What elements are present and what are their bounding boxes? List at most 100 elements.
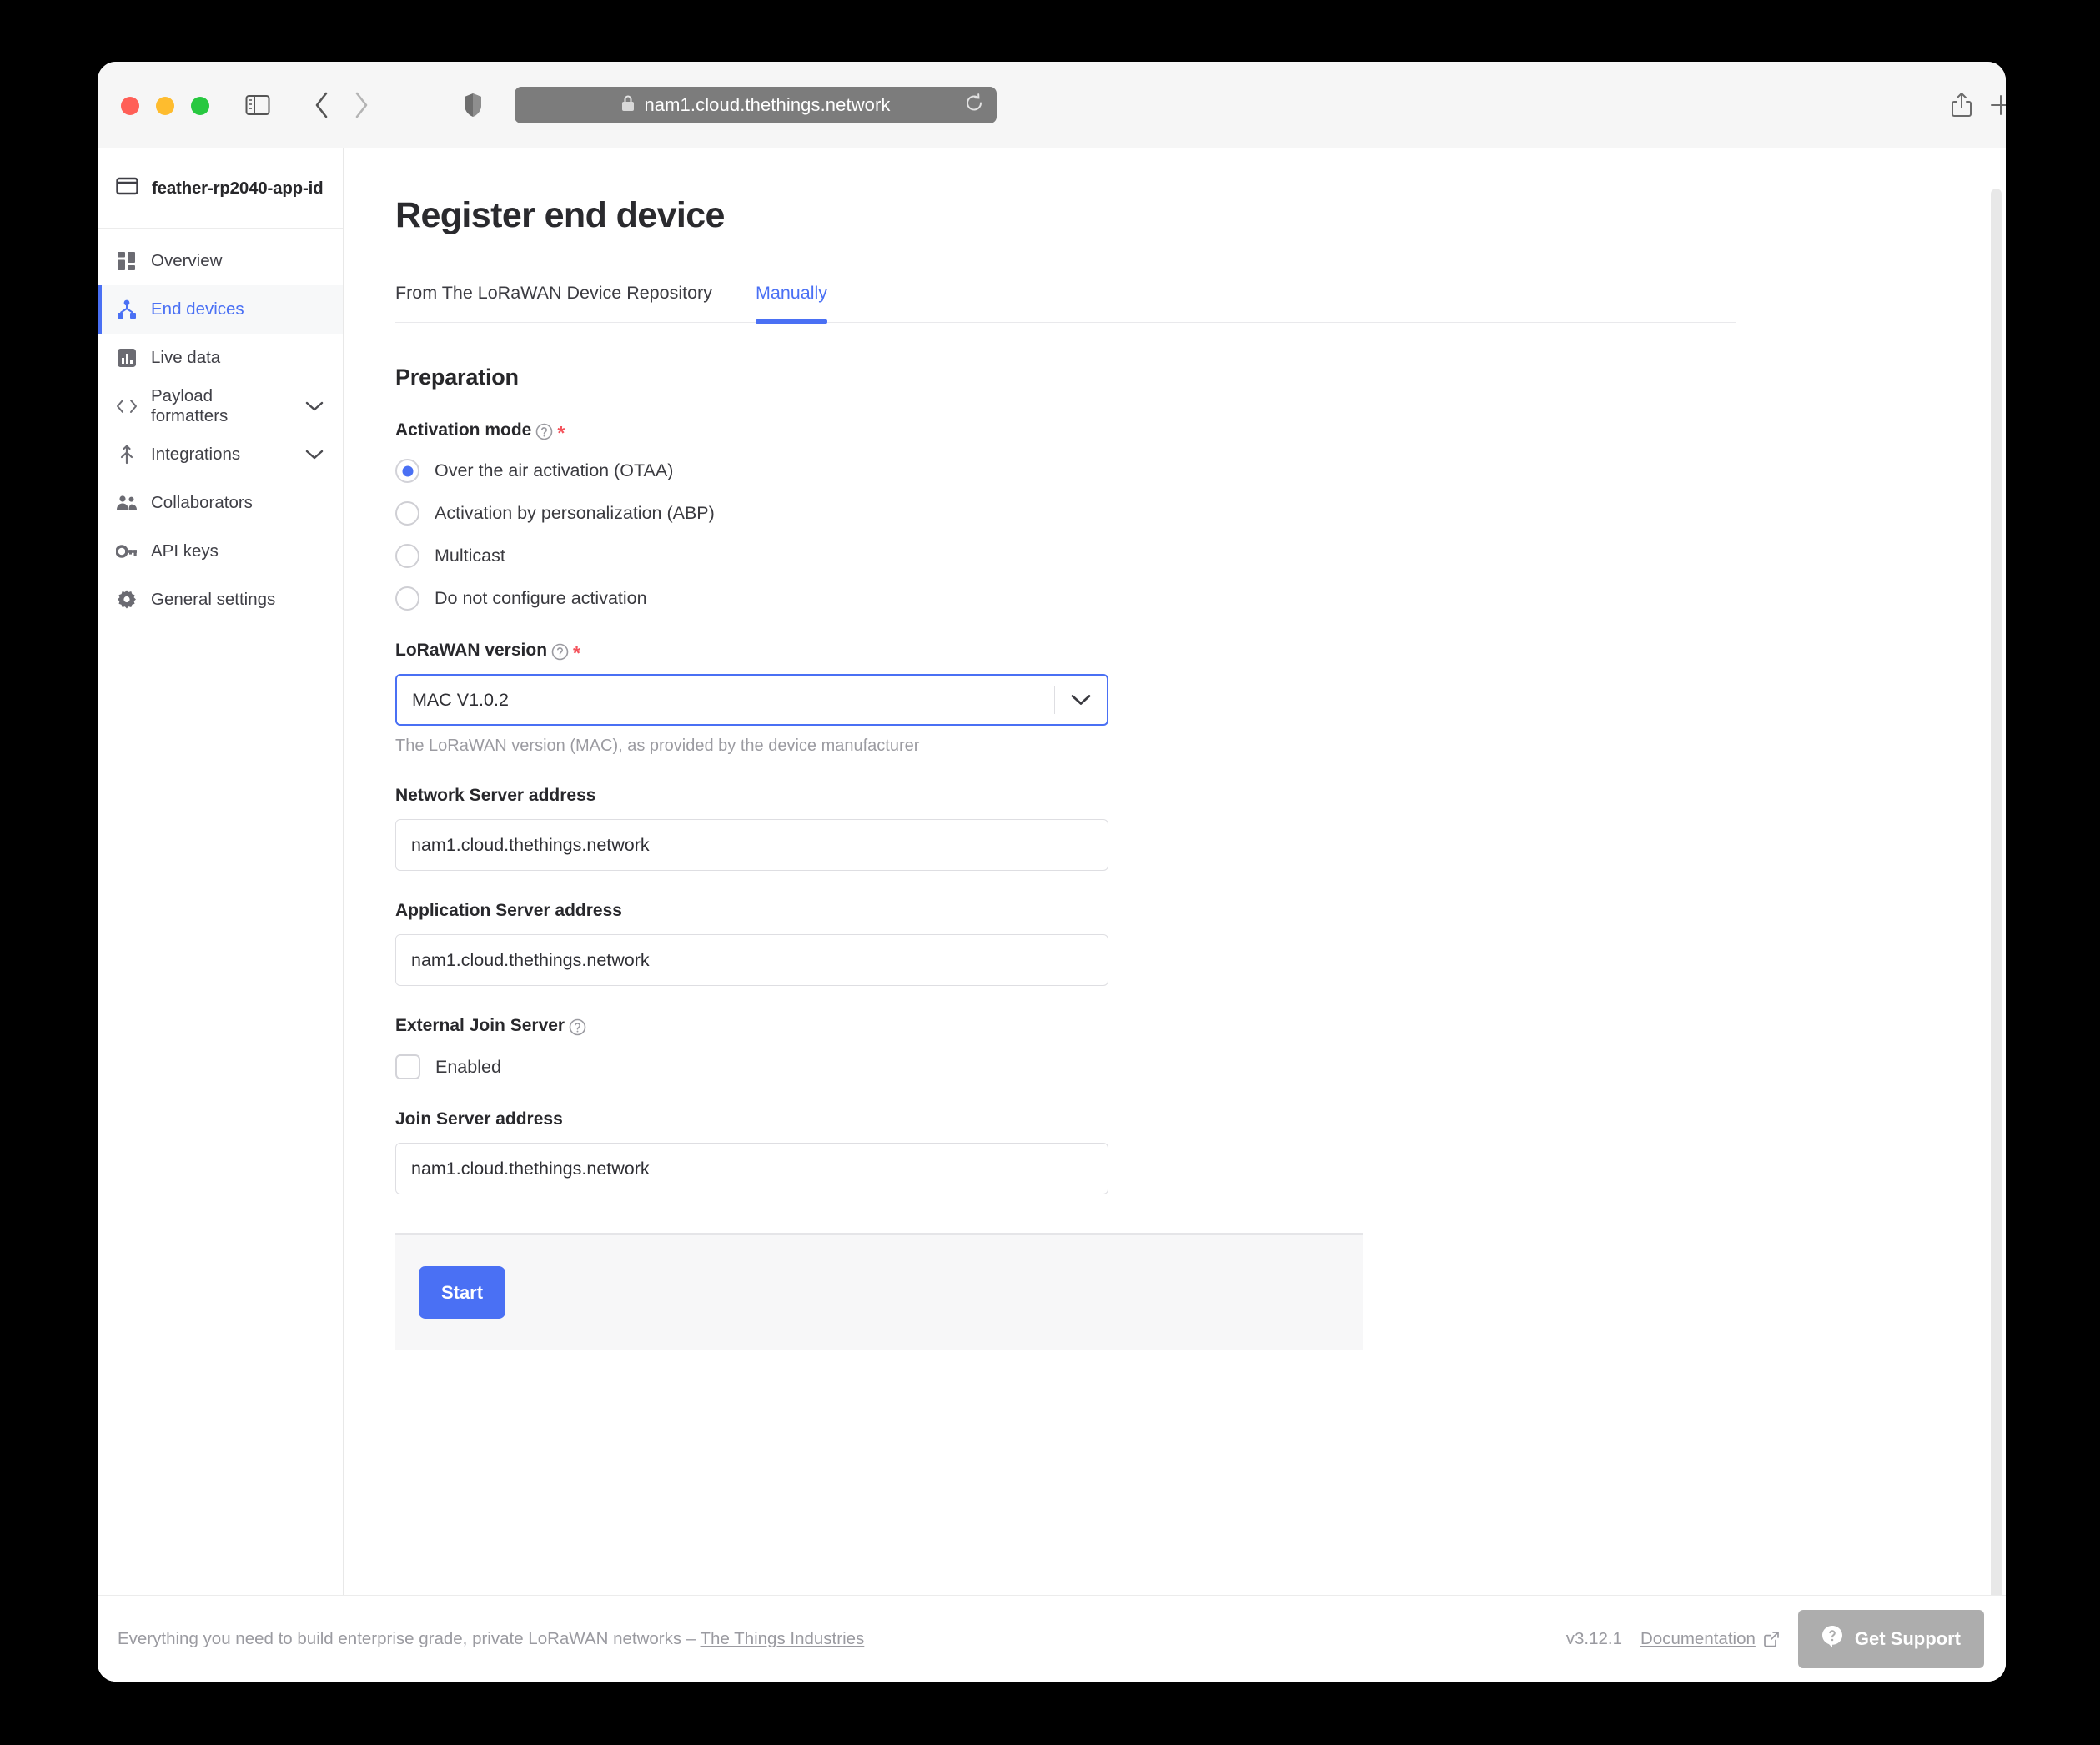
field-label-text: LoRaWAN version [395,641,548,660]
input-value: nam1.cloud.thethings.network [411,834,650,855]
application-server-address-field: Application Server address nam1.cloud.th… [395,901,2006,986]
section-title-preparation: Preparation [395,365,519,390]
application-server-address-input[interactable]: nam1.cloud.thethings.network [395,934,1108,986]
field-label-text: Activation mode [395,420,532,440]
application-name: feather-rp2040-app-id [152,178,324,198]
radio-indicator[interactable] [395,544,419,568]
help-circle-icon[interactable] [535,423,553,440]
documentation-link[interactable]: Documentation [1640,1629,1780,1649]
radio-label: Over the air activation (OTAA) [435,460,674,480]
network-server-address-input[interactable]: nam1.cloud.thethings.network [395,819,1108,871]
field-label-text: Network Server address [395,786,596,805]
sidebar: feather-rp2040-app-id Overview End devic… [98,148,344,1682]
field-label-text: Application Server address [395,901,622,920]
chevron-down-icon[interactable] [304,400,324,412]
version-label: v3.12.1 [1565,1628,1622,1648]
network-server-address-field: Network Server address nam1.cloud.thethi… [395,786,2006,871]
address-bar[interactable]: nam1.cloud.thethings.network [515,87,997,123]
sidebar-toggle-icon[interactable] [245,94,270,116]
sidebar-item-payload-formatters[interactable]: Payload formatters [98,382,343,430]
tab-bar: From The LoRaWAN Device Repository Manua… [395,283,1736,324]
sidebar-item-label: Payload formatters [151,386,229,425]
sidebar-item-integrations[interactable]: Integrations [98,430,343,479]
lock-icon [620,94,636,117]
help-circle-icon[interactable] [569,1018,586,1036]
new-tab-icon[interactable] [1989,93,2006,117]
lorawan-version-label: LoRaWAN version * [395,641,2006,662]
chevron-down-icon[interactable] [304,449,324,460]
help-circle-icon[interactable] [551,643,569,661]
footer-right: v3.12.1 Documentation Get Support [1566,1596,2006,1682]
reload-icon[interactable] [963,93,985,118]
sidebar-item-label: Integrations [151,445,241,464]
sidebar-nav: Overview End devices Live data Payload f… [98,229,343,1602]
sidebar-item-label: General settings [151,590,276,609]
sidebar-item-label: API keys [151,541,219,561]
radio-indicator[interactable] [395,459,419,483]
sidebar-item-api-keys[interactable]: API keys [98,527,343,576]
integration-icon [116,445,138,465]
page-title: Register end device [395,195,725,235]
external-join-server-label: External Join Server [395,1016,2006,1036]
gear-icon [116,590,138,610]
sidebar-item-overview[interactable]: Overview [98,237,343,285]
browser-window: nam1.cloud.thethings.network feather-rp2… [98,62,2006,1682]
enabled-checkbox-label: Enabled [435,1056,501,1077]
select-value: MAC V1.0.2 [412,689,509,710]
tab-label: Manually [755,283,828,303]
radio-label: Multicast [435,546,505,566]
sidebar-item-end-devices[interactable]: End devices [98,285,343,334]
documentation-label: Documentation [1640,1628,1756,1648]
device-tree-icon [116,299,138,319]
app-footer: Everything you need to build enterprise … [98,1595,2006,1682]
sidebar-item-general-settings[interactable]: General settings [98,576,343,624]
maximize-window-button[interactable] [191,97,209,115]
join-server-address-field: Join Server address nam1.cloud.thethings… [395,1109,2006,1194]
the-things-industries-link[interactable]: The Things Industries [701,1629,865,1648]
application-header[interactable]: feather-rp2040-app-id [98,148,343,229]
key-icon [116,543,138,560]
url-text: nam1.cloud.thethings.network [644,94,891,115]
lorawan-version-field: LoRaWAN version * MAC V1.0.2 The LoRaWAN… [395,641,2006,756]
privacy-shield-icon[interactable] [463,93,483,118]
tab-manually[interactable]: Manually [734,283,849,324]
required-marker: * [557,421,565,444]
field-label-text: External Join Server [395,1016,565,1035]
form-action-bar: Start [395,1233,1363,1350]
back-arrow-icon[interactable] [313,91,331,119]
share-icon[interactable] [1951,92,1972,118]
start-button[interactable]: Start [419,1266,505,1319]
sidebar-item-live-data[interactable]: Live data [98,334,343,382]
input-value: nam1.cloud.thethings.network [411,949,650,970]
window-controls [121,97,209,115]
external-join-server-field: External Join Server Enabled [395,1016,2006,1079]
code-brackets-icon [116,397,138,415]
enabled-checkbox[interactable] [395,1054,420,1079]
radio-otaa[interactable]: Over the air activation (OTAA) [395,459,2006,483]
radio-indicator[interactable] [395,586,419,611]
minimize-window-button[interactable] [156,97,174,115]
lorawan-version-help: The LoRaWAN version (MAC), as provided b… [395,737,920,755]
close-window-button[interactable] [121,97,139,115]
external-link-icon [1763,1631,1780,1647]
radio-abp[interactable]: Activation by personalization (ABP) [395,501,2006,526]
radio-multicast[interactable]: Multicast [395,544,2006,568]
browser-toolbar: nam1.cloud.thethings.network [98,62,2006,148]
bar-chart-icon [116,348,138,368]
get-support-button[interactable]: Get Support [1797,1609,1984,1668]
get-support-label: Get Support [1854,1627,1961,1649]
sidebar-item-collaborators[interactable]: Collaborators [98,479,343,527]
join-server-address-input[interactable]: nam1.cloud.thethings.network [395,1143,1108,1194]
tab-from-device-repository[interactable]: From The LoRaWAN Device Repository [395,283,734,322]
network-server-address-label: Network Server address [395,786,2006,806]
activation-mode-field: Activation mode * Over the air activatio… [395,420,2006,611]
application-server-address-label: Application Server address [395,901,2006,921]
chevron-down-icon[interactable] [1055,693,1107,707]
radio-indicator[interactable] [395,501,419,526]
lorawan-version-select[interactable]: MAC V1.0.2 [395,674,1108,726]
external-join-server-checkbox-row[interactable]: Enabled [395,1054,2006,1079]
forward-arrow-icon[interactable] [352,91,370,119]
tab-label: From The LoRaWAN Device Repository [395,283,712,303]
radio-do-not-configure[interactable]: Do not configure activation [395,586,2006,611]
page-scrollbar[interactable] [1991,189,2002,1682]
